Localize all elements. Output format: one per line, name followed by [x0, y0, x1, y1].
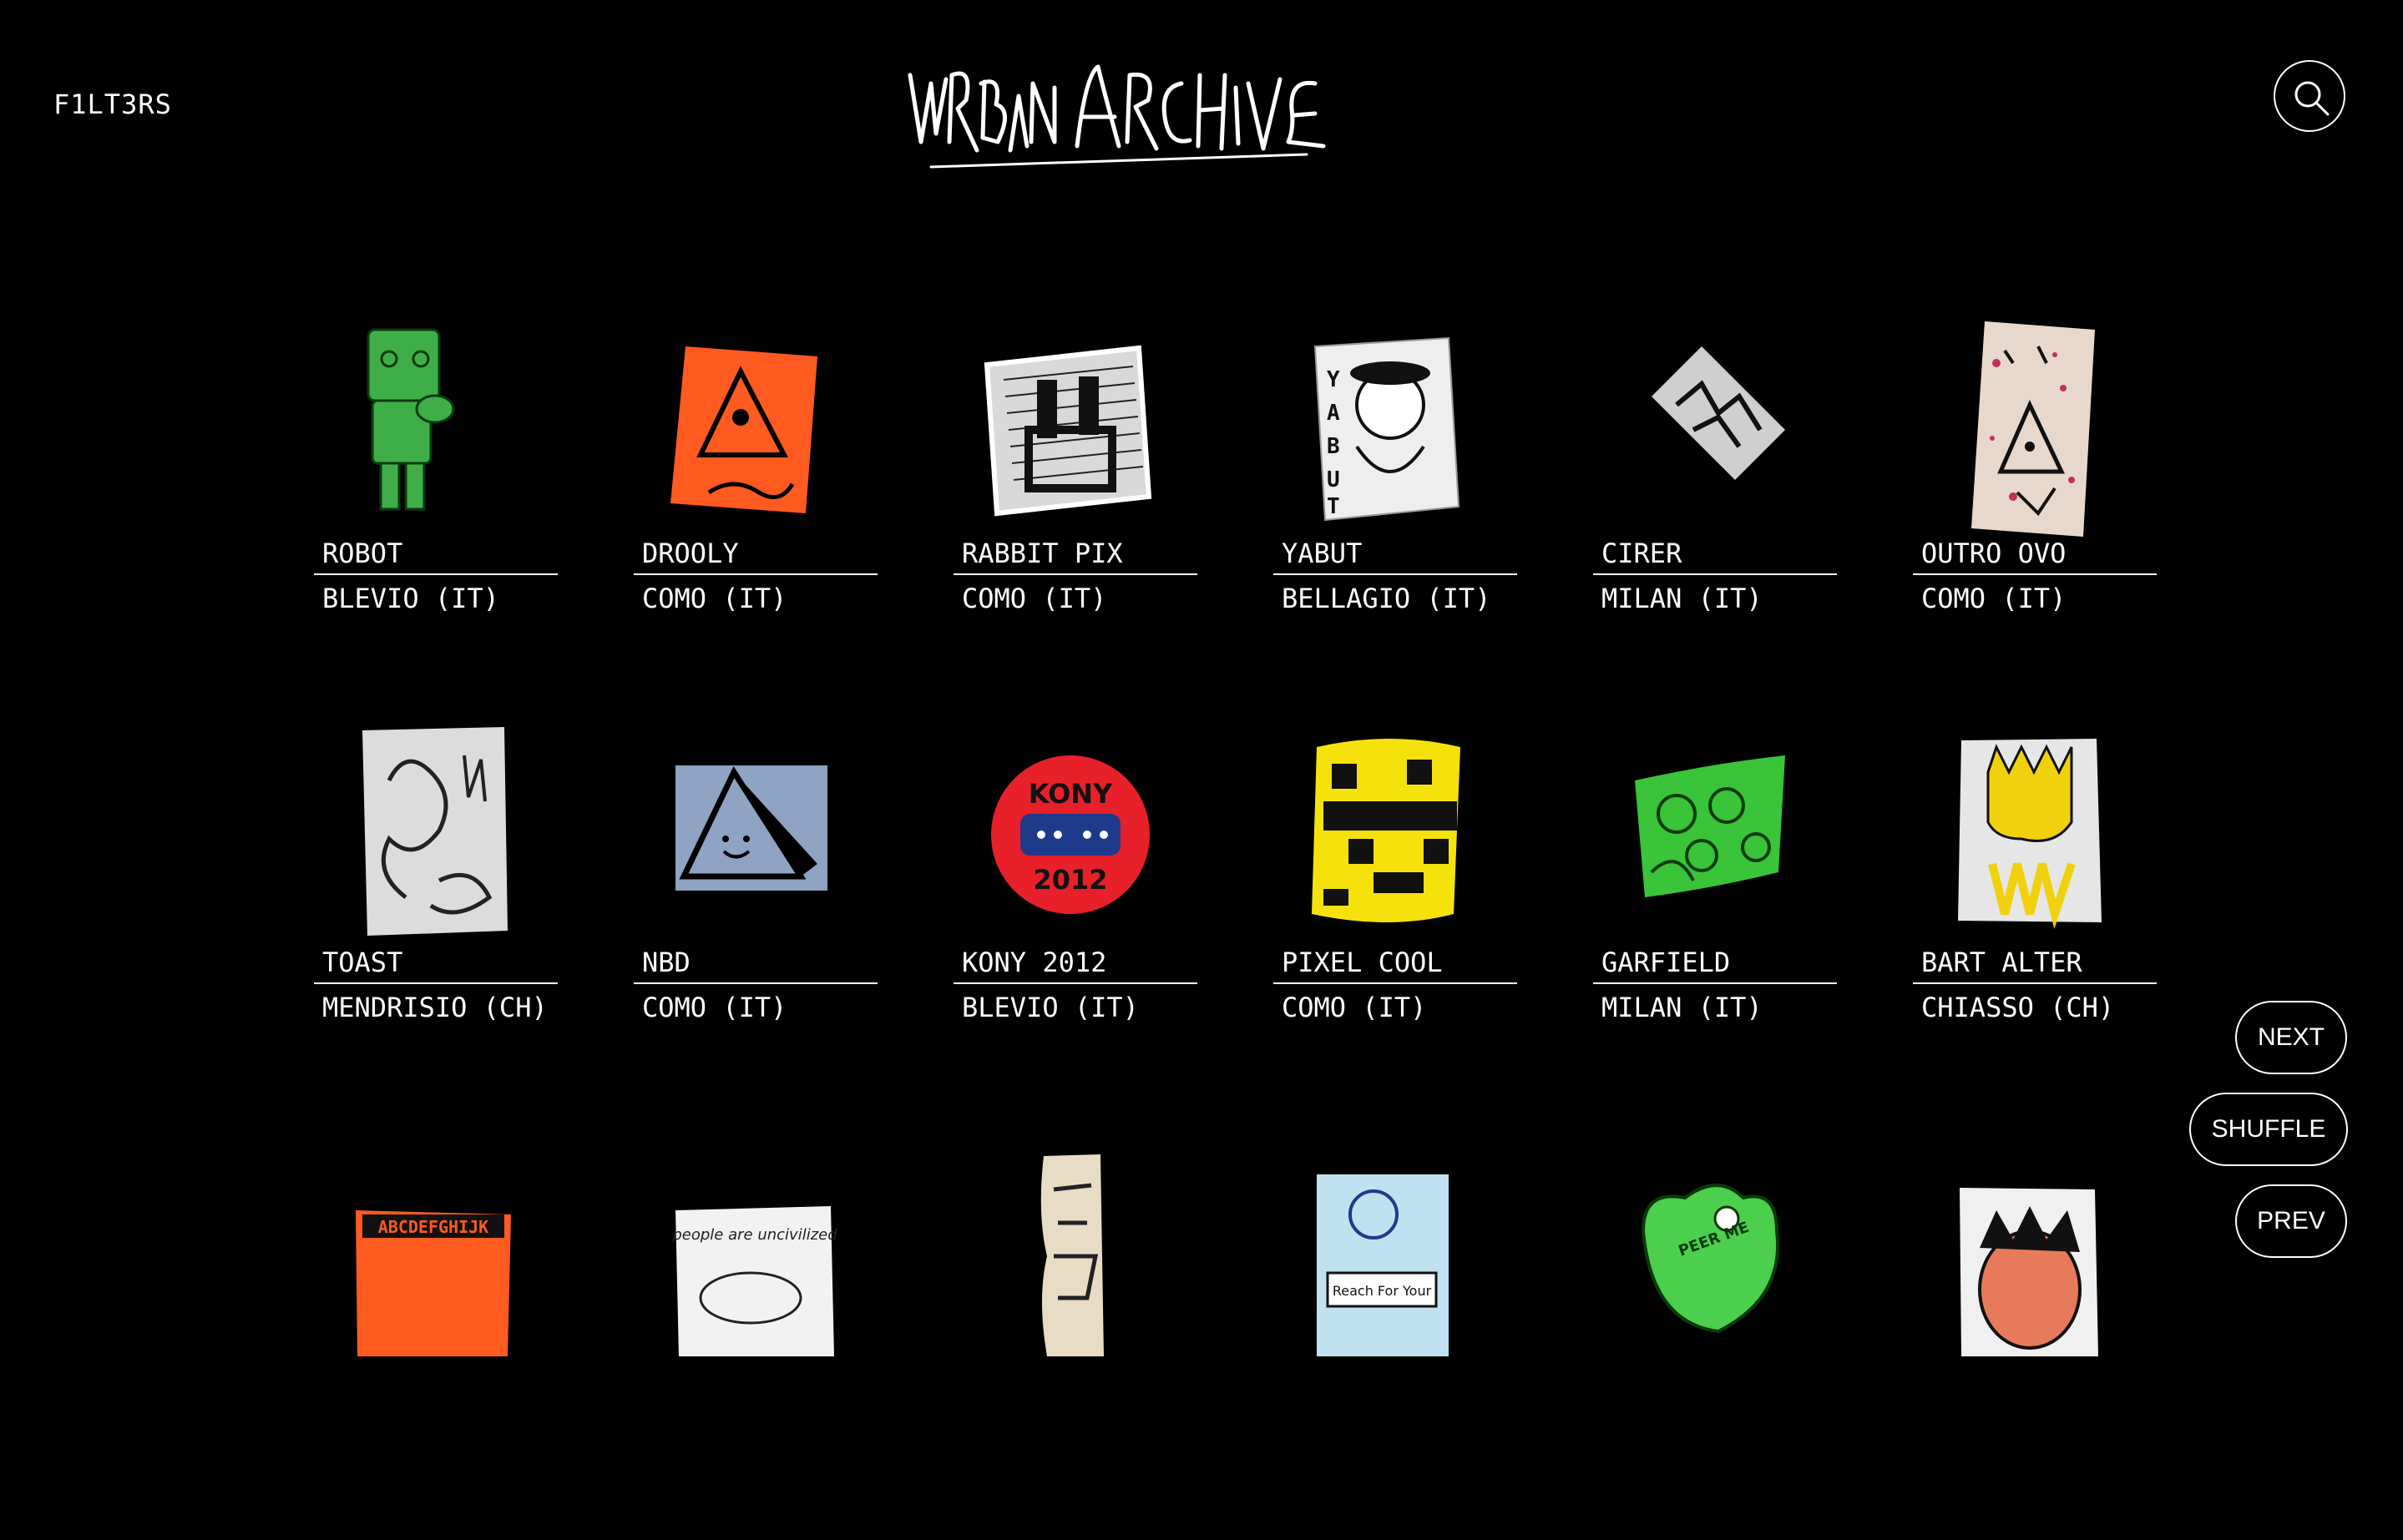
svg-text:U: U: [1327, 467, 1340, 492]
sticker-image-toast[interactable]: [314, 722, 556, 947]
sticker-name[interactable]: TOAST: [314, 947, 558, 984]
sticker-image-garfield[interactable]: [1593, 722, 1835, 947]
sticker-card[interactable]: [1913, 1131, 2233, 1540]
svg-text:ABCDEFGHIJK: ABCDEFGHIJK: [378, 1217, 488, 1237]
sticker-card-outro-ovo[interactable]: OUTRO OVO COMO (IT): [1913, 313, 2233, 722]
sticker-image-drooly[interactable]: [634, 313, 876, 538]
sticker-name[interactable]: BART ALTER: [1913, 947, 2157, 984]
sticker-card[interactable]: people are uncivilized: [634, 1131, 954, 1540]
sticker-name[interactable]: CIRER: [1593, 538, 1837, 575]
sticker-location: BLEVIO (IT): [962, 992, 1139, 1023]
sticker-image[interactable]: people are uncivilized: [634, 1131, 876, 1356]
sticker-image-kony-2012[interactable]: KONY 2012: [954, 722, 1196, 947]
sticker-name[interactable]: PIXEL COOL: [1273, 947, 1517, 984]
sticker-card-pixel-cool[interactable]: PIXEL COOL COMO (IT): [1273, 722, 1593, 1131]
sticker-image[interactable]: Reach For Your: [1273, 1131, 1515, 1356]
sticker-location: CHIASSO (CH): [1921, 992, 2115, 1023]
sticker-location: BLEVIO (IT): [322, 583, 499, 614]
sticker-location: COMO (IT): [642, 992, 787, 1023]
svg-text:people are uncivilized: people are uncivilized: [671, 1226, 837, 1244]
sticker-location: COMO (IT): [962, 583, 1107, 614]
grid-row: ABCDEFGHIJK people are uncivilized Reach…: [314, 1131, 2151, 1540]
svg-text:B: B: [1327, 434, 1340, 459]
sticker-name[interactable]: ROBOT: [314, 538, 558, 575]
filters-button[interactable]: F1LT3RS: [53, 88, 172, 120]
sticker-location: MENDRISIO (CH): [322, 992, 548, 1023]
next-button[interactable]: NEXT: [2235, 1001, 2347, 1074]
sticker-image[interactable]: [954, 1131, 1196, 1356]
sticker-location: MILAN (IT): [1601, 583, 1763, 614]
svg-text:KONY: KONY: [1029, 778, 1113, 810]
sticker-location: BELLAGIO (IT): [1282, 583, 1491, 614]
sticker-image[interactable]: ABCDEFGHIJK: [314, 1131, 556, 1356]
sticker-image[interactable]: [1913, 1131, 2155, 1356]
sticker-card-rabbit-pix[interactable]: RABBIT PIX COMO (IT): [954, 313, 1273, 722]
sticker-image-yabut[interactable]: YA BUT: [1273, 313, 1515, 538]
sticker-card[interactable]: [954, 1131, 1273, 1540]
svg-text:Reach For Your: Reach For Your: [1333, 1283, 1432, 1299]
sticker-card-kony-2012[interactable]: KONY 2012 KONY 2012 BLEVIO (IT): [954, 722, 1273, 1131]
prev-button[interactable]: PREV: [2235, 1184, 2347, 1258]
sticker-card-toast[interactable]: TOAST MENDRISIO (CH): [314, 722, 634, 1131]
grid-row: ROBOT BLEVIO (IT) DROOLY COMO (IT) RABBI…: [314, 313, 2157, 722]
sticker-name[interactable]: OUTRO OVO: [1913, 538, 2157, 575]
search-icon: [2294, 81, 2330, 116]
sticker-location: COMO (IT): [1921, 583, 2067, 614]
sticker-location: COMO (IT): [1282, 992, 1427, 1023]
sticker-grid: ROBOT BLEVIO (IT) DROOLY COMO (IT) RABBI…: [314, 313, 2157, 1540]
sticker-location: MILAN (IT): [1601, 992, 1763, 1023]
shuffle-button[interactable]: SHUFFLE: [2189, 1093, 2348, 1166]
sticker-image-nbd[interactable]: [634, 722, 876, 947]
sticker-card-cirer[interactable]: CIRER MILAN (IT): [1593, 313, 1913, 722]
sticker-image-cirer[interactable]: [1593, 313, 1835, 538]
sticker-card[interactable]: Reach For Your: [1273, 1131, 1593, 1540]
search-button[interactable]: [2274, 60, 2345, 132]
sticker-card-robot[interactable]: ROBOT BLEVIO (IT): [314, 313, 634, 722]
sticker-image-pixel-cool[interactable]: [1273, 722, 1515, 947]
sticker-card-drooly[interactable]: DROOLY COMO (IT): [634, 313, 954, 722]
sticker-name[interactable]: DROOLY: [634, 538, 878, 575]
sticker-card-bart-alter[interactable]: BART ALTER CHIASSO (CH): [1913, 722, 2233, 1131]
sticker-image-rabbit-pix[interactable]: [954, 313, 1196, 538]
svg-text:A: A: [1327, 401, 1340, 426]
sticker-name[interactable]: KONY 2012: [954, 947, 1197, 984]
sticker-name[interactable]: GARFIELD: [1593, 947, 1837, 984]
sticker-card-nbd[interactable]: NBD COMO (IT): [634, 722, 954, 1131]
svg-text:Y: Y: [1327, 367, 1340, 392]
sticker-image-robot[interactable]: [314, 313, 556, 538]
sticker-name[interactable]: NBD: [634, 947, 878, 984]
sticker-card-yabut[interactable]: YA BUT YABUT BELLAGIO (IT): [1273, 313, 1593, 722]
sticker-card-garfield[interactable]: GARFIELD MILAN (IT): [1593, 722, 1913, 1131]
sticker-location: COMO (IT): [642, 583, 787, 614]
sticker-name[interactable]: RABBIT PIX: [954, 538, 1197, 575]
sticker-name[interactable]: YABUT: [1273, 538, 1517, 575]
sticker-image[interactable]: PEER ME: [1593, 1131, 1835, 1356]
grid-row: TOAST MENDRISIO (CH) NBD COMO (IT) KONY …: [314, 722, 2157, 1131]
svg-text:T: T: [1327, 494, 1340, 519]
urban-archive-logo[interactable]: [906, 50, 1340, 175]
svg-text:2012: 2012: [1033, 864, 1107, 896]
sticker-image-outro-ovo[interactable]: [1913, 313, 2155, 538]
sticker-card[interactable]: PEER ME: [1593, 1131, 1913, 1540]
sticker-card[interactable]: ABCDEFGHIJK: [314, 1131, 634, 1540]
sticker-image-bart-alter[interactable]: [1913, 722, 2155, 947]
